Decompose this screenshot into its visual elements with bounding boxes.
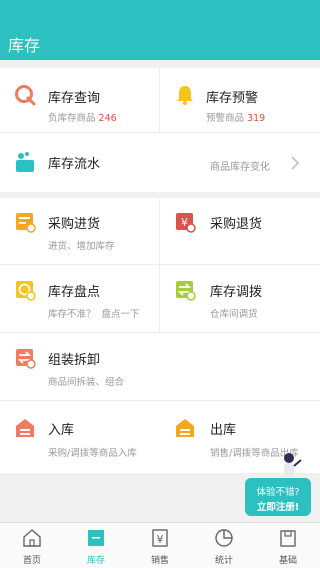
- operations-section: 采购进货 进货、增加库存 ¥ 采购退货 库存盘点 库存不准？ 盘点一下 库存调拨…: [0, 198, 320, 473]
- magnifier-q-icon: [15, 85, 36, 106]
- promo-line-2: 立即注册!: [256, 502, 300, 513]
- inventory-box-icon: [88, 530, 104, 546]
- stock-check-icon: [16, 281, 36, 301]
- assembly-item[interactable]: 组装拆卸 商品间拆装、组合: [0, 333, 320, 400]
- pie-chart-icon: [215, 529, 233, 547]
- inbound-icon: [16, 419, 34, 437]
- inbound-item[interactable]: 入库 采购/调拨等商品入库: [0, 401, 159, 473]
- purchase-in-title: 采购进货: [48, 217, 101, 232]
- promo-line-1: 体验不错?: [256, 487, 300, 498]
- inventory-flow-title: 库存流水: [48, 157, 101, 172]
- basics-box-icon: [280, 530, 296, 547]
- inventory-flow-right-text: 商品库存变化: [210, 162, 270, 173]
- inventory-flow-item[interactable]: 库存流水 商品库存变化: [0, 133, 320, 192]
- app-header: 库存: [0, 0, 320, 60]
- tab-sales-label: 销售: [150, 556, 169, 566]
- home-icon: [23, 529, 41, 547]
- inventory-query-title: 库存查询: [48, 91, 101, 106]
- purchase-return-icon: ¥: [176, 213, 196, 233]
- outbound-title: 出库: [210, 423, 237, 438]
- warning-goods-count: 319: [247, 113, 266, 124]
- svg-text:¥: ¥: [157, 533, 164, 546]
- bell-icon: [177, 86, 193, 105]
- tab-statistics-label: 统计: [214, 556, 233, 566]
- inventory-query-subtitle: 负库存商品 246: [48, 110, 117, 124]
- stock-transfer-title: 库存调拨: [210, 285, 263, 300]
- stock-check-item[interactable]: 库存盘点 库存不准？ 盘点一下: [0, 265, 159, 332]
- warning-goods-label: 预警商品: [206, 113, 245, 124]
- assembly-icon: [16, 349, 36, 369]
- tab-home[interactable]: 首页: [0, 523, 64, 568]
- inbound-title: 入库: [48, 423, 75, 438]
- assembly-title: 组装拆卸: [48, 353, 101, 368]
- purchase-in-icon: [16, 213, 36, 233]
- purchase-return-item[interactable]: ¥ 采购退货: [160, 198, 320, 264]
- stock-transfer-icon: [176, 281, 196, 301]
- inventory-warning-subtitle: 预警商品 319: [206, 110, 265, 124]
- stock-transfer-subtitle: 仓库间调货: [210, 309, 258, 320]
- bottom-tab-bar: 首页 库存 ¥ 销售 统计 基础: [0, 522, 320, 568]
- tab-home-label: 首页: [22, 556, 41, 566]
- tab-inventory[interactable]: 库存: [64, 523, 128, 568]
- inventory-warning-item[interactable]: 库存预警 预警商品 319: [160, 68, 320, 132]
- stock-check-title: 库存盘点: [48, 285, 101, 300]
- purchase-in-item[interactable]: 采购进货 进货、增加库存: [0, 198, 159, 264]
- stock-transfer-item[interactable]: 库存调拨 仓库间调货: [160, 265, 320, 332]
- page-title: 库存: [8, 36, 41, 55]
- inventory-section: 库存查询 负库存商品 246 库存预警 预警商品 319 库存流水 商品库存变化: [0, 68, 320, 192]
- tab-basics-label: 基础: [278, 556, 297, 566]
- purchase-in-subtitle: 进货、增加库存: [48, 241, 115, 252]
- negative-stock-count: 246: [98, 113, 117, 124]
- outbound-icon: [176, 419, 194, 437]
- stock-check-subtitle: 库存不准？ 盘点一下: [48, 309, 140, 320]
- water-box-icon: [16, 152, 34, 172]
- chevron-right-icon: [291, 156, 300, 170]
- tab-statistics[interactable]: 统计: [192, 523, 256, 568]
- inventory-warning-title: 库存预警: [206, 91, 259, 106]
- inbound-subtitle: 采购/调拨等商品入库: [48, 448, 137, 459]
- tab-basics[interactable]: 基础: [256, 523, 320, 568]
- negative-stock-label: 负库存商品: [48, 113, 96, 124]
- purchase-return-title: 采购退货: [210, 217, 263, 232]
- tab-inventory-label: 库存: [86, 556, 105, 566]
- inventory-query-item[interactable]: 库存查询 负库存商品 246: [0, 68, 159, 132]
- assembly-subtitle: 商品间拆装、组合: [48, 377, 125, 388]
- register-promo-button[interactable]: 体验不错? 立即注册!: [241, 452, 315, 522]
- tab-sales[interactable]: ¥ 销售: [128, 523, 192, 568]
- sales-yen-icon: ¥: [152, 529, 168, 547]
